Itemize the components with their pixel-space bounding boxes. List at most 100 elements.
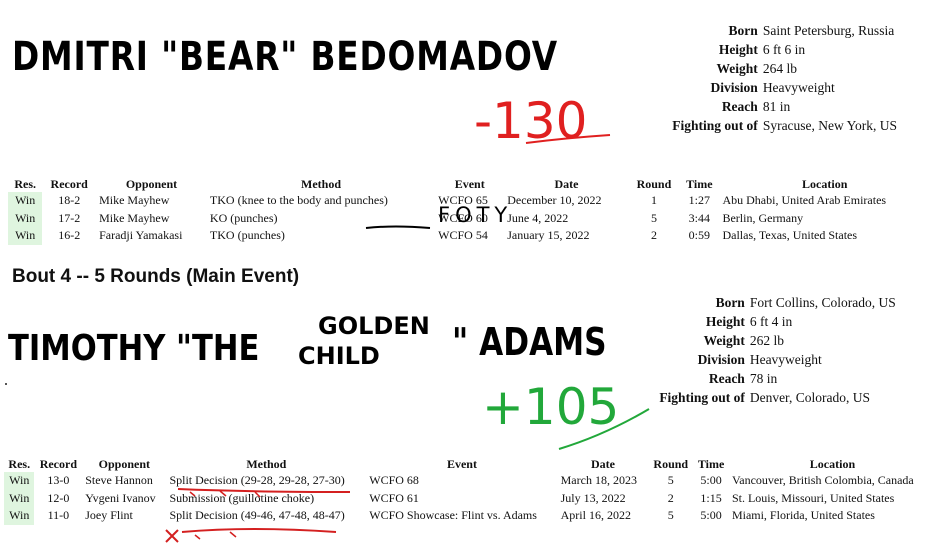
record-cell-event: WCFO 68	[369, 473, 419, 488]
record-header-method: Method	[301, 177, 342, 191]
record-cell-location: Abu Dhabi, United Arab Emirates	[722, 193, 887, 208]
record-cell-time: 5:00	[700, 508, 722, 523]
record-cell-location: St. Louis, Missouri, United States	[731, 490, 895, 505]
record-header-round: Round	[636, 177, 672, 191]
record-cell-date: December 10, 2022	[507, 193, 602, 208]
record-cell-event: WCFO Showcase: Flint vs. Adams	[369, 508, 537, 523]
record-cell-round: 2	[650, 228, 657, 243]
record-cell-time: 3:44	[688, 210, 710, 225]
info-label: Fighting out of	[672, 118, 758, 133]
info-row: Height 6 ft 6 in	[660, 41, 916, 60]
info-value: Saint Petersburg, Russia	[762, 23, 895, 38]
info-label: Division	[697, 352, 745, 367]
record-cell-round: 5	[667, 473, 674, 488]
info-row: Height 6 ft 4 in	[643, 313, 923, 332]
info-value: 264 lb	[762, 61, 797, 76]
record-cell-record: 13-0	[47, 473, 70, 488]
record-cell-record: 12-0	[47, 490, 70, 505]
info-value: 6 ft 4 in	[749, 314, 793, 329]
record-cell-res: Win	[4, 472, 35, 490]
info-label: Weight	[703, 333, 745, 348]
info-label: Born	[728, 23, 758, 38]
record-header-res: Res.	[14, 177, 36, 191]
record-cell-record: 17-2	[58, 210, 81, 225]
record-header-event: Event	[446, 457, 477, 471]
info-value: 78 in	[749, 371, 778, 386]
record-cell-res: Win	[8, 192, 43, 210]
record-header-time: Time	[697, 457, 725, 471]
record-header-opponent: Opponent	[98, 457, 151, 471]
record-cell-time: 5:00	[700, 473, 722, 488]
info-label: Reach	[721, 99, 758, 114]
record-cell-time: 0:59	[688, 228, 710, 243]
record-cell-res: Win	[8, 227, 43, 245]
record-cell-record: 16-2	[58, 228, 81, 243]
record-header-opponent: Opponent	[125, 177, 178, 191]
fighter2-odds-stroke	[558, 408, 650, 450]
record-header-date: Date	[554, 177, 579, 191]
info-value: Fort Collins, Colorado, US	[749, 295, 896, 310]
record-cell-opponent: Mike Mayhew	[99, 210, 170, 225]
info-label: Born	[715, 295, 745, 310]
info-row: Fighting out of Syracuse, New York, US	[660, 117, 916, 136]
record-cell-location: Miami, Florida, United States	[731, 508, 875, 523]
info-row: Born Fort Collins, Colorado, US	[643, 294, 923, 313]
info-value: 262 lb	[749, 333, 784, 348]
record-header-event: Event	[454, 177, 485, 191]
fighter2-info-table: Born Fort Collins, Colorado, US Height 6 ft…	[643, 294, 923, 408]
record-cell-res: Win	[4, 507, 35, 525]
record-header-location: Location	[802, 177, 848, 191]
record-cell-location: Dallas, Texas, United States	[722, 228, 858, 243]
info-value: Heavyweight	[762, 80, 835, 95]
info-value: 81 in	[762, 99, 791, 114]
info-row: Reach 78 in	[643, 370, 923, 389]
record-cell-date: March 18, 2023	[560, 473, 637, 488]
record-header-round: Round	[653, 457, 689, 471]
info-value: Denver, Colorado, US	[749, 390, 871, 405]
table-row: Win 16-2 Faradji Yamakasi TKO (punches) WCFO…	[8, 227, 930, 245]
record-cell-res: Win	[8, 209, 43, 227]
record-cell-time: 1:15	[700, 490, 722, 505]
info-label: Reach	[708, 371, 745, 386]
record-cell-round: 5	[650, 210, 657, 225]
fighter2-name-first: Timothy "the	[8, 328, 260, 369]
info-row: Weight 264 lb	[660, 60, 916, 79]
table-row: Win 13-0 Steve Hannon Split Decision (29-28…	[4, 472, 936, 490]
fighter2-name-last: " Adams	[452, 320, 607, 364]
record-cell-date: January 15, 2022	[507, 228, 590, 243]
edge-mark	[5, 383, 7, 385]
record-header-time: Time	[686, 177, 713, 191]
record-cell-location: Vancouver, British Colombia, Canada	[731, 473, 914, 488]
info-label: Weight	[716, 61, 758, 76]
record-cell-event: WCFO 61	[369, 490, 419, 505]
record-cell-round: 1	[650, 193, 657, 208]
record-cell-res: Win	[4, 489, 35, 507]
fighter1-odds-underline	[525, 134, 611, 144]
record-header-record: Record	[50, 177, 88, 191]
record-cell-round: 5	[667, 508, 674, 523]
fighter1-name: Dmitri "Bear" Bedomadov	[12, 34, 558, 80]
info-row: Division Heavyweight	[643, 351, 923, 370]
info-label: Height	[705, 314, 745, 329]
foty-annotation: FOTY	[438, 203, 513, 227]
record-cell-record: 18-2	[58, 193, 81, 208]
record-cell-date: April 16, 2022	[560, 508, 631, 523]
record-header-res: Res.	[8, 457, 31, 471]
info-row: Reach 81 in	[660, 98, 916, 117]
bout-title: Bout 4 -- 5 Rounds (Main Event)	[12, 266, 300, 287]
record-header-method: Method	[246, 457, 287, 471]
record-cell-event: WCFO 54	[438, 228, 488, 243]
fighter1-info-table: Born Saint Petersburg, Russia Height 6 ft 6…	[660, 22, 916, 136]
record-cell-time: 1:27	[688, 193, 710, 208]
record-cell-location: Berlin, Germany	[722, 210, 804, 225]
info-row: Born Saint Petersburg, Russia	[660, 22, 916, 41]
record-header-date: Date	[591, 457, 615, 471]
info-value: Heavyweight	[749, 352, 822, 367]
info-row: Fighting out of Denver, Colorado, US	[643, 389, 923, 408]
info-value: Syracuse, New York, US	[762, 118, 898, 133]
record-cell-date: June 4, 2022	[507, 210, 569, 225]
info-label: Division	[710, 80, 758, 95]
fighter2-nickname-line1: Golden	[318, 312, 430, 340]
info-row: Division Heavyweight	[660, 79, 916, 98]
record-header-record: Record	[39, 457, 78, 471]
